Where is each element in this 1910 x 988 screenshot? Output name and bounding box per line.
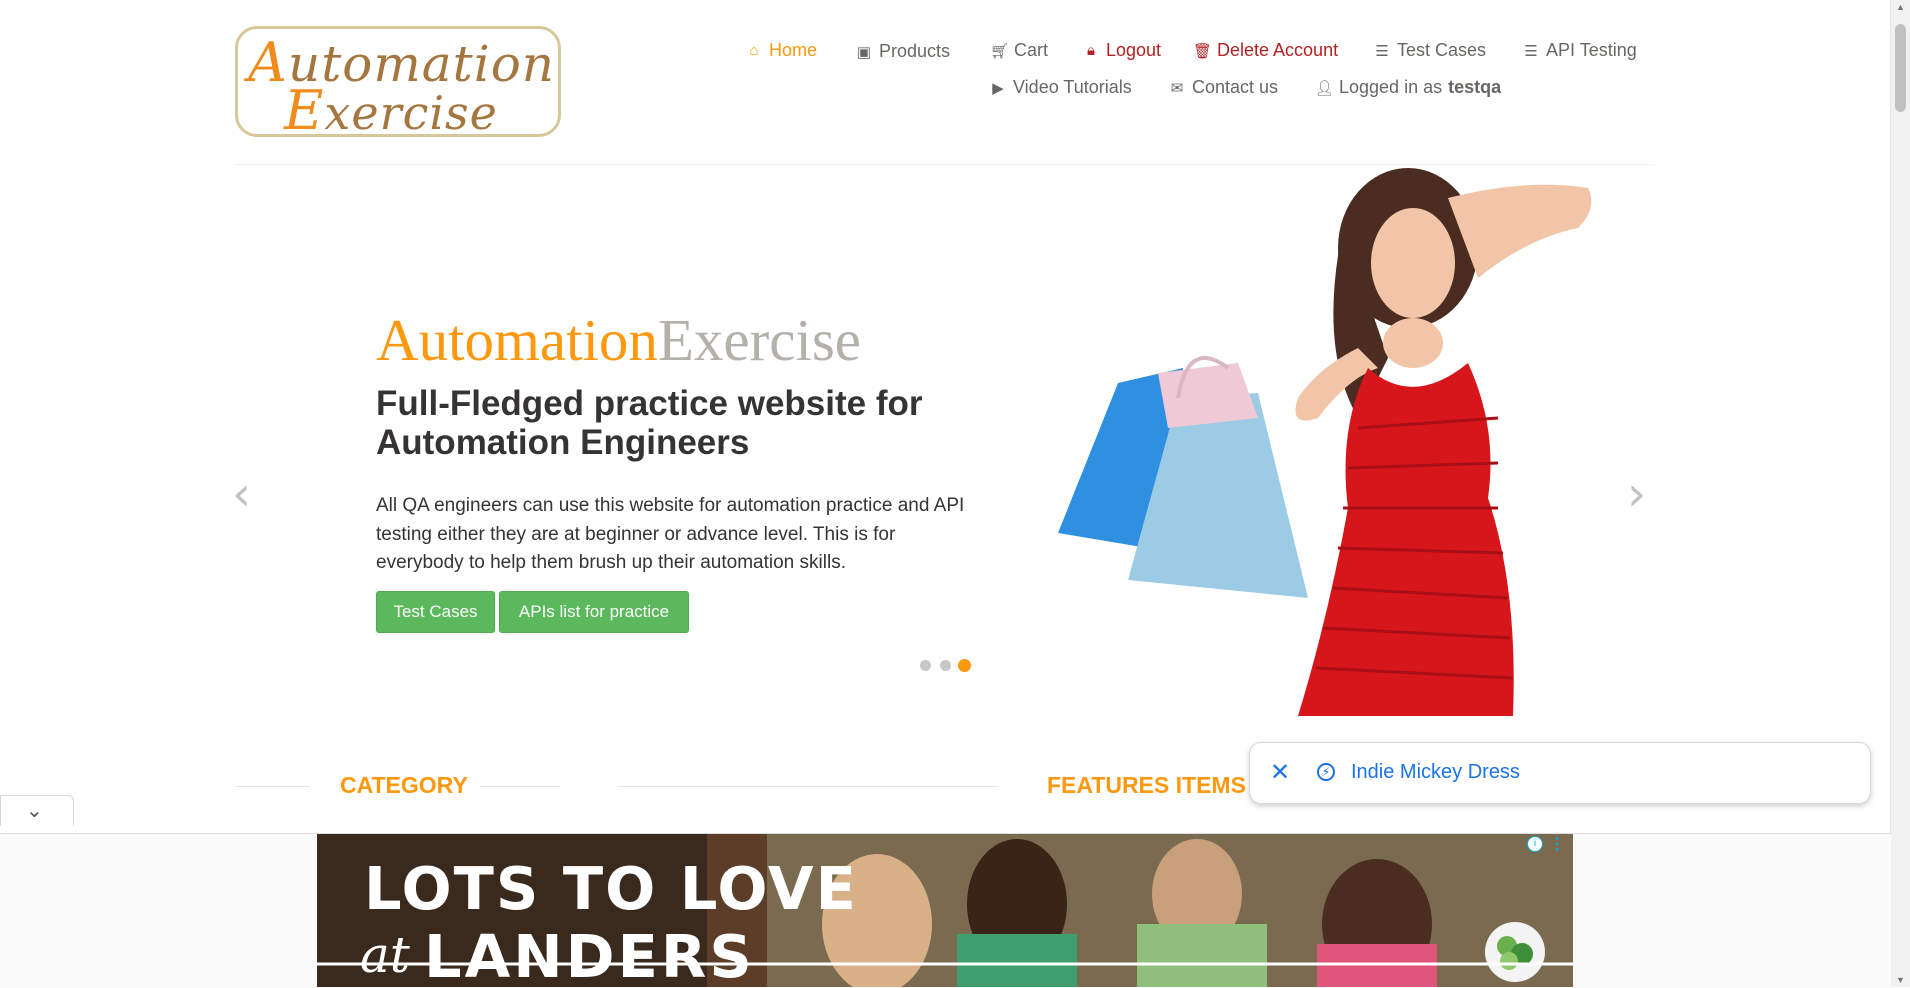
slider-indicator-1[interactable] xyxy=(920,660,931,671)
user-icon: 👤︎ xyxy=(1315,79,1335,97)
popup-suggestion-link[interactable]: Indie Mickey Dress xyxy=(1351,761,1520,784)
ad-options-icon[interactable]: ⋮ xyxy=(1549,834,1565,854)
slider-brand-title: AutomationExercise xyxy=(376,307,861,373)
nav-video-tutorials-link[interactable]: ▶ Video Tutorials xyxy=(989,77,1132,98)
ad-banner[interactable]: LOTS TO LOVE at LANDERS i ⋮ xyxy=(317,834,1573,987)
ad-headline-line2: LANDERS xyxy=(424,922,755,987)
slider-description: All QA engineers can use this website fo… xyxy=(376,495,965,573)
test-cases-button[interactable]: Test Cases xyxy=(376,591,495,633)
scroll-up-arrow-icon[interactable]: ▲ xyxy=(1896,2,1905,12)
briefcase-icon: ▣ xyxy=(856,43,872,61)
youtube-icon: ▶ xyxy=(992,79,1004,97)
trash-icon: 🗑︎ xyxy=(1193,42,1213,60)
nav-test-cases-link[interactable]: ☰ Test Cases xyxy=(1373,40,1486,61)
category-heading: CATEGORY xyxy=(340,772,468,798)
ad-info-icon[interactable]: i xyxy=(1527,836,1543,852)
autofill-popup[interactable]: ✕ ⚡︎ Indie Mickey Dress xyxy=(1249,742,1871,804)
lock-icon: 🔒︎ xyxy=(1087,42,1095,59)
ad-collapse-tab[interactable]: ⌄ xyxy=(0,795,74,826)
features-left-rule xyxy=(617,786,999,787)
scroll-down-arrow-icon[interactable]: ▼ xyxy=(1896,975,1905,985)
nav-logged-in-as[interactable]: 👤︎ Logged in as testqa xyxy=(1315,77,1501,98)
header-divider xyxy=(235,164,1655,165)
list-icon: ☰ xyxy=(1375,42,1389,60)
chevron-down-icon: ⌄ xyxy=(26,800,43,822)
nav-logout-link[interactable]: 🔒︎ Logout xyxy=(1082,40,1161,61)
nav-products-link[interactable]: ▣ Products xyxy=(855,41,950,62)
bolt-icon: ⚡︎ xyxy=(1317,763,1335,781)
category-right-rule xyxy=(480,786,560,787)
slider-next-chevron-icon[interactable]: › xyxy=(1627,466,1646,522)
nav-contact-us-link[interactable]: ✉ Contact us xyxy=(1168,77,1278,98)
category-left-rule xyxy=(235,786,310,787)
hero-model-image xyxy=(1058,168,1592,716)
nav-api-testing-link[interactable]: ☰ API Testing xyxy=(1522,40,1636,61)
username: testqa xyxy=(1448,77,1502,97)
ad-headline-line1: LOTS TO LOVE xyxy=(364,854,858,923)
nav-cart-link[interactable]: 🛒︎ Cart xyxy=(990,40,1048,61)
list-icon: ☰ xyxy=(1524,42,1538,60)
slider-indicator-2[interactable] xyxy=(940,660,951,671)
site-logo[interactable]: Automation Exercise xyxy=(235,26,561,142)
home-icon: ⌂ xyxy=(749,42,759,59)
cart-icon: 🛒︎ xyxy=(990,42,1010,60)
nav-delete-account-link[interactable]: 🗑︎ Delete Account xyxy=(1193,40,1338,61)
scrollbar-thumb[interactable] xyxy=(1895,24,1906,112)
envelope-icon: ✉ xyxy=(1170,79,1184,97)
close-icon[interactable]: ✕ xyxy=(1270,758,1290,787)
apis-list-button[interactable]: APIs list for practice xyxy=(499,591,689,633)
page-scrollbar[interactable]: ▲ ▼ xyxy=(1890,0,1910,987)
features-items-heading: FEATURES ITEMS xyxy=(1047,772,1246,798)
slider-indicator-3[interactable] xyxy=(958,659,971,672)
nav-home-link[interactable]: ⌂ Home xyxy=(745,40,817,61)
ad-headline-at: at xyxy=(360,926,410,984)
slider-headline: Full-Fledged practice website for Automa… xyxy=(376,384,923,462)
slider-prev-chevron-icon[interactable]: ‹ xyxy=(232,466,251,522)
